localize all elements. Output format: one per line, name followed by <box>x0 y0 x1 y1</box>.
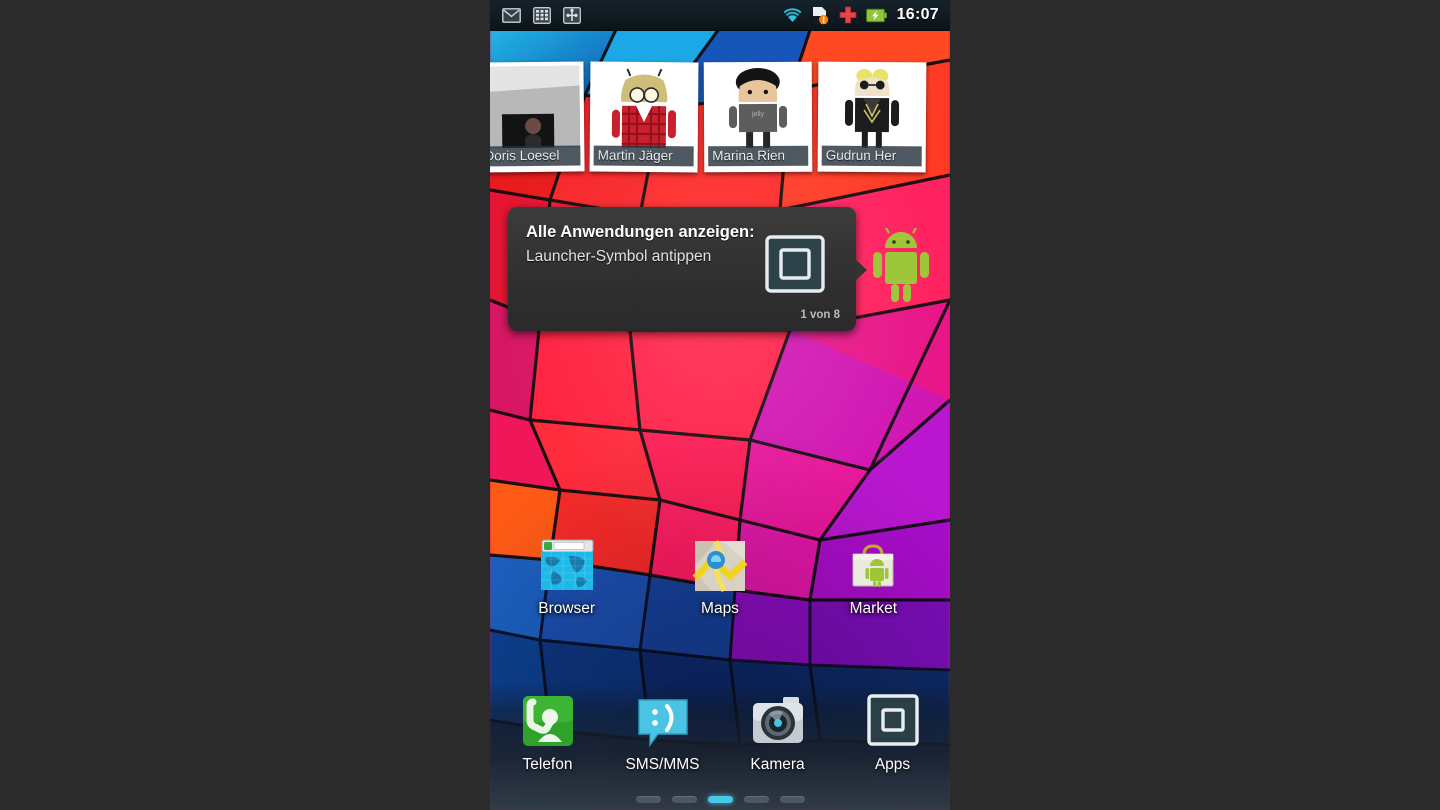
contact-name: Doris Loesel <box>490 145 581 167</box>
app-label: Market <box>849 600 897 617</box>
app-shortcut-market[interactable]: Market <box>797 538 950 630</box>
android-robot-icon <box>873 227 929 302</box>
battery-charging-icon <box>865 6 887 25</box>
page-dot-active[interactable] <box>707 795 733 803</box>
sdcard-warning-icon <box>810 6 831 25</box>
market-icon <box>845 538 901 594</box>
contact-card[interactable]: jelly Marina Rien <box>703 61 813 173</box>
contact-card[interactable]: Martin Jäger <box>589 61 699 173</box>
contact-name: Marina Rien <box>708 145 809 167</box>
page-dot[interactable] <box>635 795 661 803</box>
phone-icon <box>519 692 577 750</box>
contact-avatar <box>593 65 695 149</box>
page-dot[interactable] <box>671 795 697 803</box>
contact-avatar <box>490 65 581 149</box>
androidify-blonde-avatar <box>821 65 923 149</box>
status-bar-right-icons: 16:07 <box>782 6 950 25</box>
sms-icon <box>634 692 692 750</box>
android-mascot <box>868 227 934 312</box>
contact-avatar: jelly <box>707 65 809 149</box>
photo-avatar <box>490 65 581 149</box>
dock-item-apps[interactable]: Apps <box>835 692 950 784</box>
dock-label: Apps <box>874 756 911 773</box>
androidify-afro-avatar: jelly <box>707 65 809 149</box>
browser-icon <box>539 538 595 594</box>
contact-name: Martin Jäger <box>593 145 694 167</box>
dock-label: Kamera <box>750 756 805 773</box>
app-label: Maps <box>701 600 739 617</box>
screenshot-stage: 16:07 Doris Loesel Martin Jäger jelly Ma… <box>0 0 1440 810</box>
dock: Telefon SMS/MMS Kamera Apps <box>490 682 950 810</box>
help-tooltip[interactable]: Alle Anwendungen anzeigen: Launcher-Symb… <box>508 207 867 331</box>
wifi-icon <box>782 6 803 25</box>
homescreen-app-row: Browser Maps Market <box>490 538 950 630</box>
usb-debug-icon <box>561 6 582 25</box>
contact-card[interactable]: Gudrun Her <box>817 61 927 173</box>
dock-item-telefon[interactable]: Telefon <box>490 692 605 784</box>
page-dot[interactable] <box>779 795 805 803</box>
contact-name: Gudrun Her <box>821 145 922 167</box>
tooltip-counter: 1 von 8 <box>800 309 840 321</box>
dock-row: Telefon SMS/MMS Kamera Apps <box>490 692 950 784</box>
contacts-widget[interactable]: Doris Loesel Martin Jäger jelly Marina R… <box>490 61 950 177</box>
page-dot[interactable] <box>743 795 769 803</box>
health-plus-icon <box>838 6 859 25</box>
app-shortcut-maps[interactable]: Maps <box>643 538 796 630</box>
gmail-icon <box>501 6 522 25</box>
maps-icon <box>692 538 748 594</box>
launcher-icon <box>764 235 826 293</box>
svg-text:jelly: jelly <box>751 111 765 118</box>
calculator-icon <box>531 6 552 25</box>
phone-screen: 16:07 Doris Loesel Martin Jäger jelly Ma… <box>490 0 950 810</box>
status-bar[interactable]: 16:07 <box>490 0 950 31</box>
app-label: Browser <box>538 600 596 617</box>
dock-label: SMS/MMS <box>625 756 700 773</box>
launcher-icon <box>864 692 922 750</box>
dock-label: Telefon <box>522 756 573 773</box>
dock-item-sms[interactable]: SMS/MMS <box>605 692 720 784</box>
dock-item-kamera[interactable]: Kamera <box>720 692 835 784</box>
status-bar-left-icons <box>490 6 582 25</box>
contact-avatar <box>821 65 923 149</box>
androidify-plaid-avatar <box>593 65 695 149</box>
status-bar-clock: 16:07 <box>896 6 939 23</box>
page-indicator[interactable] <box>490 794 950 804</box>
app-shortcut-browser[interactable]: Browser <box>490 538 643 630</box>
camera-icon <box>749 692 807 750</box>
contact-card[interactable]: Doris Loesel <box>490 61 585 173</box>
